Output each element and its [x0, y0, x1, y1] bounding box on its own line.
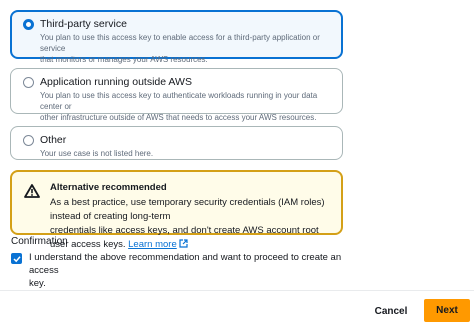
option-description: You plan to use this access key to authe…: [40, 91, 318, 122]
radio-button-selected[interactable]: [23, 18, 34, 30]
create-access-key-page: Third-party service You plan to use this…: [0, 0, 474, 324]
confirmation-checkbox[interactable]: [11, 253, 22, 264]
radio-button[interactable]: [23, 76, 34, 88]
option-description: You plan to use this access key to enabl…: [40, 33, 320, 64]
confirmation-label: Confirmation: [11, 236, 68, 247]
alternative-recommended-alert: Alternative recommended As a best practi…: [10, 170, 343, 250]
confirmation-checkbox-row[interactable]: I understand the above recommendation an…: [11, 251, 351, 290]
footer-divider: [0, 290, 474, 291]
option-title: Application running outside AWS: [40, 76, 192, 88]
learn-more-link[interactable]: Learn more: [128, 239, 177, 250]
option-title: Third-party service: [40, 18, 127, 30]
cancel-button[interactable]: Cancel: [362, 301, 420, 321]
option-third-party-service[interactable]: Third-party service You plan to use this…: [10, 10, 343, 64]
confirmation-text: I understand the above recommendation an…: [29, 252, 342, 289]
option-title: Other: [40, 134, 67, 146]
option-description: Your use case is not listed here.: [40, 149, 154, 158]
option-application-outside-aws[interactable]: Application running outside AWS You plan…: [10, 68, 343, 122]
option-other[interactable]: Other Your use case is not listed here.: [10, 126, 343, 160]
radio-button[interactable]: [23, 134, 34, 146]
alert-title: Alternative recommended: [50, 182, 167, 193]
warning-icon: [24, 184, 40, 233]
next-button[interactable]: Next: [424, 299, 470, 322]
checkmark-icon: [12, 255, 21, 262]
alert-body: As a best practice, use temporary securi…: [50, 196, 331, 253]
